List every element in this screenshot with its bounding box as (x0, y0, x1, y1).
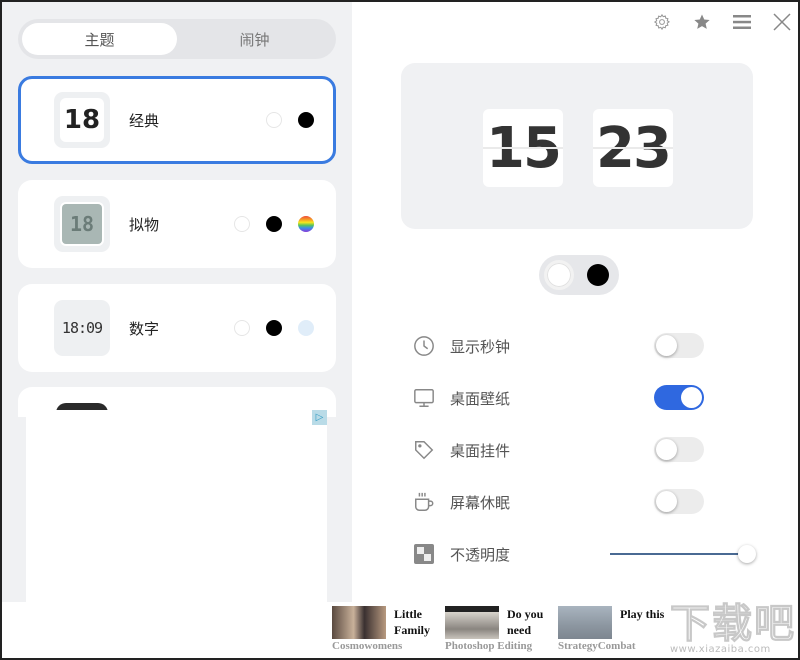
theme-name: 数字 (129, 319, 160, 338)
ad-banner[interactable]: ▷ (26, 410, 327, 658)
ad-item[interactable]: Play this StrategyCombat (556, 604, 666, 656)
digital-clock-preview: 18:09 (61, 319, 103, 337)
toggle-knob (656, 491, 677, 512)
ad-source: Cosmowomens (332, 640, 403, 652)
checkerboard-icon (412, 542, 436, 566)
theme-thumbnail: 18:09 (54, 300, 110, 356)
minutes-digit-card: 23 (593, 109, 673, 187)
swatch-white[interactable] (234, 320, 250, 336)
ad-item[interactable]: Little Family Cosmowomens (330, 604, 440, 656)
swatch-white[interactable] (234, 216, 250, 232)
setting-screen-sleep: 屏幕休眠 (412, 487, 764, 517)
setting-show-seconds: 显示秒钟 (412, 331, 764, 361)
close-icon[interactable] (772, 12, 792, 32)
ad-source: Photoshop Editing (445, 640, 533, 652)
swatch-black[interactable] (266, 320, 282, 336)
lcd-frame: 18 (60, 202, 104, 246)
tag-icon (412, 438, 436, 462)
swatch-black[interactable] (266, 216, 282, 232)
color-swatches (234, 180, 314, 268)
classic-clock-preview: 18 (60, 98, 104, 142)
desktop-widget-toggle[interactable] (654, 437, 704, 462)
screen-sleep-toggle[interactable] (654, 489, 704, 514)
ad-thumbnail (558, 606, 612, 639)
ad-title: Play this (620, 607, 665, 621)
swatch-light-blue[interactable] (298, 320, 314, 336)
coffee-cup-icon (412, 490, 436, 514)
lcd-clock-preview: 18 (62, 204, 102, 244)
ad-source: StrategyCombat (558, 640, 636, 652)
hours-digit-card: 15 (483, 109, 563, 187)
theme-card-digital[interactable]: 18:09 数字 (18, 284, 336, 372)
menu-icon[interactable] (732, 12, 752, 32)
theme-card-skeuomorphic[interactable]: 18 拟物 (18, 180, 336, 268)
toggle-knob (681, 387, 702, 408)
theme-card-classic[interactable]: 18 经典 (18, 76, 336, 164)
ad-title: Do you need (507, 607, 544, 637)
watermark-logo: 下载吧 www.xiazaiba.com (670, 604, 796, 658)
ad-title: Little Family (394, 607, 430, 637)
tab-alarm[interactable]: 闹钟 (177, 23, 332, 55)
theme-name: 经典 (129, 111, 160, 130)
toggle-knob (656, 439, 677, 460)
color-swatches (266, 79, 314, 161)
toggle-knob (656, 335, 677, 356)
swatch-white[interactable] (266, 112, 282, 128)
ad-choices-icon[interactable]: ▷ (312, 410, 327, 425)
gear-icon[interactable] (652, 12, 672, 32)
setting-label: 显示秒钟 (450, 337, 511, 356)
swatch-rainbow[interactable] (298, 216, 314, 232)
slider-thumb[interactable] (738, 545, 756, 563)
star-icon[interactable] (692, 12, 712, 32)
preview-color-black[interactable] (587, 264, 609, 286)
preview-color-white[interactable] (544, 260, 574, 290)
tab-switcher: 主题 闹钟 (18, 19, 336, 59)
ad-item[interactable]: Do you need Photoshop Editing (443, 604, 553, 656)
color-swatches (234, 284, 314, 372)
setting-label: 桌面壁纸 (450, 389, 511, 408)
swatch-black[interactable] (298, 112, 314, 128)
setting-label: 桌面挂件 (450, 441, 511, 460)
show-seconds-toggle[interactable] (654, 333, 704, 358)
desktop-wallpaper-toggle[interactable] (654, 385, 704, 410)
ad-thumbnail (445, 606, 499, 639)
setting-label: 屏幕休眠 (450, 493, 511, 512)
theme-thumbnail: 18 (54, 92, 110, 148)
app-window: 主题 闹钟 18 经典 18 拟物 18:09 数字 ▷ 15 23 显示秒钟 … (2, 2, 798, 658)
clock-icon (412, 334, 436, 358)
opacity-slider[interactable] (610, 545, 756, 563)
setting-desktop-wallpaper: 桌面壁纸 (412, 383, 764, 413)
theme-thumbnail: 18 (54, 196, 110, 252)
setting-label: 不透明度 (450, 545, 511, 564)
watermark-text: 下载吧 (670, 601, 796, 647)
preview-color-toggle (539, 255, 619, 295)
clock-preview: 15 23 (401, 63, 753, 229)
tab-theme[interactable]: 主题 (22, 23, 177, 55)
setting-opacity: 不透明度 (412, 539, 764, 569)
theme-name: 拟物 (129, 215, 160, 234)
window-toolbar (652, 12, 792, 32)
ad-thumbnail (332, 606, 386, 639)
slider-track (610, 553, 747, 555)
monitor-icon (412, 386, 436, 410)
setting-desktop-widget: 桌面挂件 (412, 435, 764, 465)
